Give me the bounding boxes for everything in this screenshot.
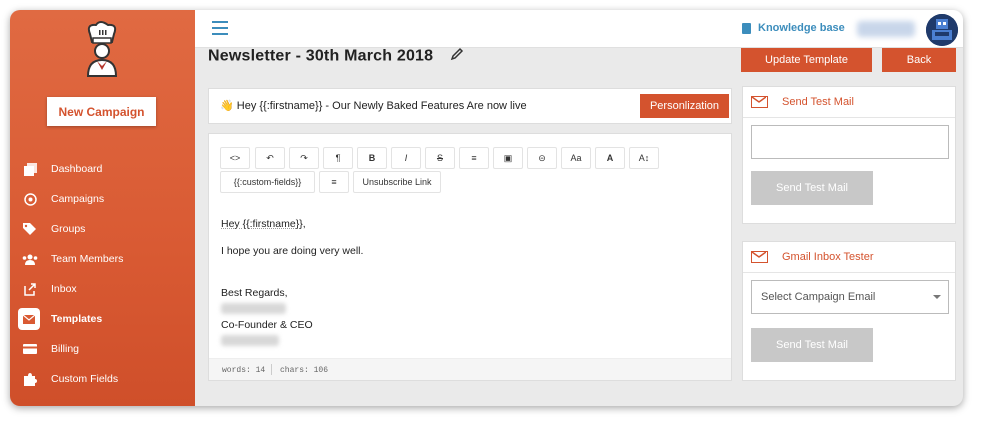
book-icon (742, 22, 751, 34)
regards-line[interactable]: Best Regards, (221, 287, 288, 299)
bold-icon[interactable]: B (357, 147, 387, 169)
menu-toggle-icon[interactable] (212, 21, 228, 35)
sidebar-item-templates[interactable]: Templates (10, 304, 195, 334)
subject-line[interactable]: 👋 Hey {{:firstname}} - Our Newly Baked F… (220, 99, 527, 112)
update-template-button[interactable]: Update Template (741, 48, 872, 72)
sidebar-item-inbox[interactable]: Inbox (10, 274, 195, 304)
send-test-mail-button[interactable]: Send Test Mail (751, 171, 873, 205)
top-bar: Knowledge base (195, 10, 963, 48)
sidebar-item-label: Templates (51, 313, 103, 325)
align-icon[interactable]: ≡ (319, 171, 349, 193)
unsubscribe-link-button[interactable]: Unsubscribe Link (353, 171, 441, 193)
text-color-icon[interactable]: A (595, 147, 625, 169)
envelope-icon (18, 308, 40, 330)
page-title: Newsletter - 30th March 2018 (208, 47, 464, 66)
sidebar: New Campaign Dashboard Campaigns Groups (10, 10, 195, 406)
puzzle-icon (22, 372, 38, 386)
email-editor: <> ↶ ↷ ¶ B I S ≡ ▣ ⊝ Aa A A↕ {{:custom-f… (208, 133, 732, 381)
credit-card-icon (22, 342, 38, 356)
paragraph-icon[interactable]: ¶ (323, 147, 353, 169)
redacted-company (221, 335, 279, 346)
knowledge-base-link[interactable]: Knowledge base (742, 22, 845, 34)
gmail-send-test-mail-button[interactable]: Send Test Mail (751, 328, 873, 362)
sidebar-item-label: Campaigns (51, 193, 105, 205)
strikethrough-icon[interactable]: S (425, 147, 455, 169)
custom-fields-button[interactable]: {{:custom-fields}} (220, 171, 315, 193)
personalization-button[interactable]: Personlization (640, 94, 729, 118)
body-line[interactable]: I hope you are doing very well. (221, 245, 363, 257)
select-placeholder: Select Campaign Email (761, 291, 876, 303)
panel-divider (743, 272, 955, 273)
sidebar-item-label: Groups (51, 223, 86, 235)
code-view-icon[interactable]: <> (220, 147, 250, 169)
new-campaign-button[interactable]: New Campaign (47, 97, 156, 126)
envelope-icon (751, 251, 768, 263)
sidebar-item-label: Billing (51, 343, 80, 355)
sidebar-item-label: Team Members (51, 253, 124, 265)
target-icon (22, 192, 38, 206)
sidebar-item-team-members[interactable]: Team Members (10, 244, 195, 274)
list-icon[interactable]: ≡ (459, 147, 489, 169)
dashboard-icon (22, 162, 38, 176)
redo-icon[interactable]: ↷ (289, 147, 319, 169)
tags-icon (22, 222, 38, 236)
test-email-input[interactable] (751, 125, 949, 159)
sidebar-item-custom-fields[interactable]: Custom Fields (10, 364, 195, 394)
status-divider (271, 364, 272, 375)
sidebar-item-label: Inbox (51, 283, 77, 295)
send-test-mail-panel: Send Test Mail Send Test Mail (742, 86, 956, 224)
redacted-name (221, 303, 286, 314)
line-height-icon[interactable]: A↕ (629, 147, 659, 169)
inbox-share-icon (22, 282, 38, 296)
sidebar-item-label: Custom Fields (51, 373, 119, 385)
sidebar-item-dashboard[interactable]: Dashboard (10, 154, 195, 184)
greeting-line[interactable]: Hey {{:firstname}}, (221, 218, 306, 230)
page-title-text: Newsletter - 30th March 2018 (208, 47, 434, 65)
chevron-down-icon (933, 295, 941, 299)
app-window: New Campaign Dashboard Campaigns Groups (10, 10, 963, 406)
subject-text: Hey {{:firstname}} - Our Newly Baked Fea… (236, 100, 527, 112)
wave-emoji-icon: 👋 (220, 100, 234, 112)
word-count: words: 14 (222, 366, 266, 375)
panel-header: Send Test Mail (751, 96, 854, 108)
sidebar-item-billing[interactable]: Billing (10, 334, 195, 364)
chef-logo-icon (80, 20, 124, 78)
panel-divider (743, 117, 955, 118)
knowledge-base-label: Knowledge base (758, 22, 845, 34)
panel-title: Gmail Inbox Tester (782, 251, 874, 263)
image-icon[interactable]: ▣ (493, 147, 523, 169)
undo-icon[interactable]: ↶ (255, 147, 285, 169)
back-button[interactable]: Back (882, 48, 956, 72)
italic-icon[interactable]: I (391, 147, 421, 169)
envelope-icon (751, 96, 768, 108)
font-size-icon[interactable]: Aa (561, 147, 591, 169)
link-icon[interactable]: ⊝ (527, 147, 557, 169)
sidebar-item-groups[interactable]: Groups (10, 214, 195, 244)
users-icon (22, 252, 38, 266)
gmail-inbox-tester-panel: Gmail Inbox Tester Select Campaign Email… (742, 241, 956, 381)
sidebar-item-campaigns[interactable]: Campaigns (10, 184, 195, 214)
role-line[interactable]: Co-Founder & CEO (221, 319, 313, 331)
user-name-redacted[interactable] (857, 21, 915, 37)
panel-title: Send Test Mail (782, 96, 854, 108)
sidebar-nav: Dashboard Campaigns Groups Team Members (10, 154, 195, 394)
char-count: chars: 106 (280, 366, 329, 375)
sidebar-item-label: Dashboard (51, 163, 103, 175)
campaign-email-select[interactable]: Select Campaign Email (751, 280, 949, 314)
pencil-edit-icon[interactable] (450, 47, 464, 66)
avatar[interactable] (926, 14, 958, 46)
panel-header: Gmail Inbox Tester (751, 251, 874, 263)
editor-status-bar: words: 14 chars: 106 (209, 358, 731, 380)
subject-bar: 👋 Hey {{:firstname}} - Our Newly Baked F… (208, 88, 732, 124)
